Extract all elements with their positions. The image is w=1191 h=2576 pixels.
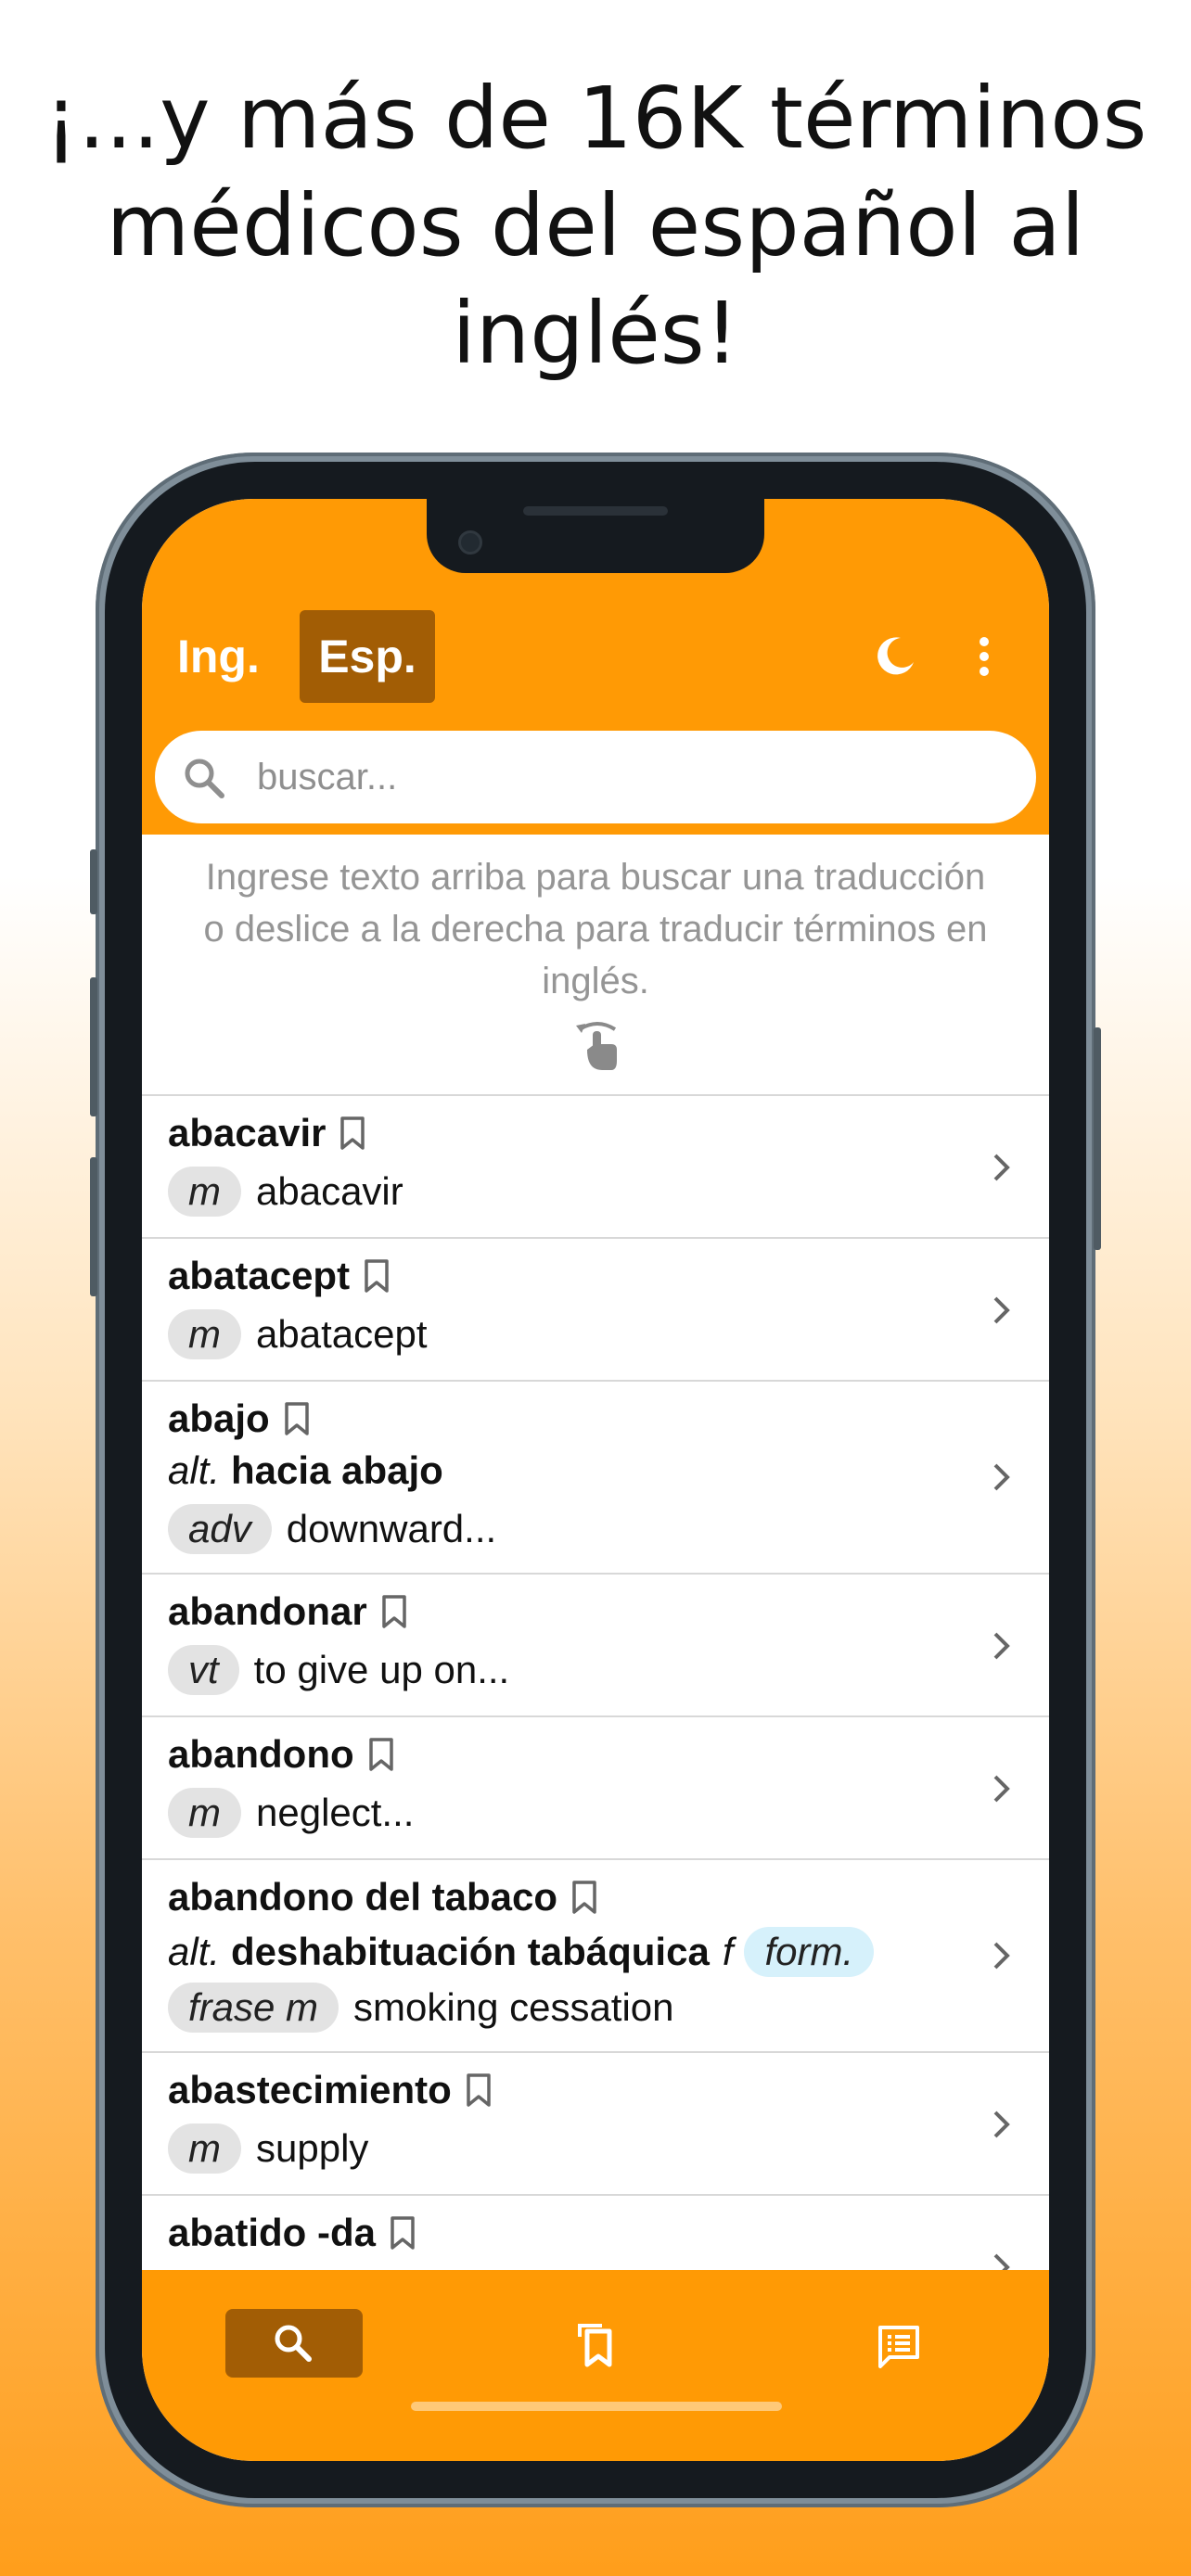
bookmark-icon[interactable] xyxy=(339,1116,366,1151)
list-item[interactable]: abacavir m abacavir xyxy=(142,1094,1049,1237)
chevron-right-icon xyxy=(993,1632,1010,1660)
mute-switch xyxy=(90,849,97,914)
gender-pill: frase m xyxy=(168,1983,339,2033)
chevron-right-icon xyxy=(993,1296,1010,1324)
bookmark-icon[interactable] xyxy=(465,2072,493,2108)
front-camera xyxy=(458,530,482,555)
home-indicator[interactable] xyxy=(411,2402,782,2411)
entry-translation: abacavir xyxy=(256,1169,403,1213)
volume-down-button xyxy=(90,1157,97,1296)
tab-spanish[interactable]: Esp. xyxy=(300,610,435,703)
headline-line-3: inglés! xyxy=(452,284,739,383)
phone-frame: Ing. Esp. buscar... Ingrese texto arriba… xyxy=(90,453,1101,2507)
power-button xyxy=(1094,1027,1101,1250)
gender-pill: vt xyxy=(168,1645,239,1695)
headline-line-1: ¡...y más de 16K términos xyxy=(44,69,1147,168)
gender-pill: m xyxy=(168,1788,241,1838)
entry-term: abastecimiento xyxy=(168,2068,452,2111)
headline: ¡...y más de 16K términos médicos del es… xyxy=(0,65,1191,388)
chevron-right-icon xyxy=(993,1154,1010,1181)
hint-line-3: inglés. xyxy=(542,961,649,1001)
entry-translation: downward... xyxy=(286,1507,497,1550)
search-hint: Ingrese texto arriba para buscar una tra… xyxy=(142,851,1049,1007)
speaker-grille xyxy=(523,506,668,516)
entry-term: abandono xyxy=(168,1732,354,1776)
chevron-right-icon xyxy=(993,1942,1010,1970)
list-item[interactable]: abandono m neglect... xyxy=(142,1715,1049,1858)
app-screen: Ing. Esp. buscar... Ingrese texto arriba… xyxy=(142,499,1049,2461)
bookmark-icon[interactable] xyxy=(389,2215,416,2251)
notes-icon[interactable] xyxy=(877,2324,921,2368)
entry-term: abandonar xyxy=(168,1589,367,1633)
entry-translation: smoking cessation xyxy=(353,1985,674,2029)
hint-line-2: o deslice a la derecha para traducir tér… xyxy=(203,909,988,950)
more-vertical-icon[interactable] xyxy=(975,634,993,679)
tab-english[interactable]: Ing. xyxy=(170,610,267,703)
headline-line-2: médicos del español al xyxy=(106,176,1085,275)
list-item[interactable]: abajo alt. hacia abajo adv downward... xyxy=(142,1380,1049,1573)
entry-translation: to give up on... xyxy=(253,1648,510,1691)
chevron-right-icon xyxy=(993,2111,1010,2138)
camera-notch xyxy=(427,499,764,573)
swipe-gesture-icon xyxy=(576,1022,617,1070)
entry-translation: neglect... xyxy=(256,1791,415,1834)
list-item[interactable]: abandono del tabaco alt. deshabituación … xyxy=(142,1858,1049,2051)
entry-term: abandono del tabaco xyxy=(168,1875,558,1919)
chevron-right-icon xyxy=(993,1775,1010,1803)
search-icon xyxy=(185,759,224,798)
bookmarks-icon[interactable] xyxy=(574,2322,617,2368)
bookmark-icon[interactable] xyxy=(570,1880,598,1915)
register-pill: form. xyxy=(744,1927,875,1977)
bottom-nav-bar xyxy=(142,2270,1049,2461)
moon-icon[interactable] xyxy=(873,634,917,679)
bookmark-icon[interactable] xyxy=(283,1401,311,1436)
entry-term: abatacept xyxy=(168,1254,351,1297)
nav-search-button[interactable] xyxy=(225,2309,363,2378)
alt-term: deshabituación tabáquica xyxy=(231,1930,710,1973)
search-placeholder: buscar... xyxy=(257,757,398,797)
list-item[interactable]: abandonar vt to give up on... xyxy=(142,1573,1049,1715)
bookmark-icon[interactable] xyxy=(380,1594,408,1629)
volume-up-button xyxy=(90,977,97,1116)
alt-term: hacia abajo xyxy=(231,1448,443,1492)
entry-list: abacavir m abacavir abatacept m abatacep… xyxy=(142,1094,1049,2337)
list-item[interactable]: abatacept m abatacept xyxy=(142,1237,1049,1380)
entry-term: abacavir xyxy=(168,1111,327,1154)
hint-line-1: Ingrese texto arriba para buscar una tra… xyxy=(205,857,986,898)
list-item[interactable]: abastecimiento m supply xyxy=(142,2051,1049,2194)
gender-pill: adv xyxy=(168,1504,272,1554)
chevron-right-icon xyxy=(993,1463,1010,1491)
alt-gender: f xyxy=(722,1930,734,1973)
entry-term: abajo xyxy=(168,1396,270,1440)
entry-translation: abatacept xyxy=(256,1312,428,1356)
alt-label: alt. xyxy=(168,1930,221,1973)
gender-pill: m xyxy=(168,1309,241,1359)
search-icon xyxy=(275,2325,312,2362)
bookmark-icon[interactable] xyxy=(367,1737,395,1772)
search-input[interactable]: buscar... xyxy=(155,731,1036,823)
entry-term: abatido -da xyxy=(168,2211,377,2254)
bookmark-icon[interactable] xyxy=(363,1258,391,1294)
gender-pill: m xyxy=(168,2123,241,2174)
gender-pill: m xyxy=(168,1167,241,1217)
alt-label: alt. xyxy=(168,1448,221,1492)
entry-translation: supply xyxy=(256,2126,369,2170)
